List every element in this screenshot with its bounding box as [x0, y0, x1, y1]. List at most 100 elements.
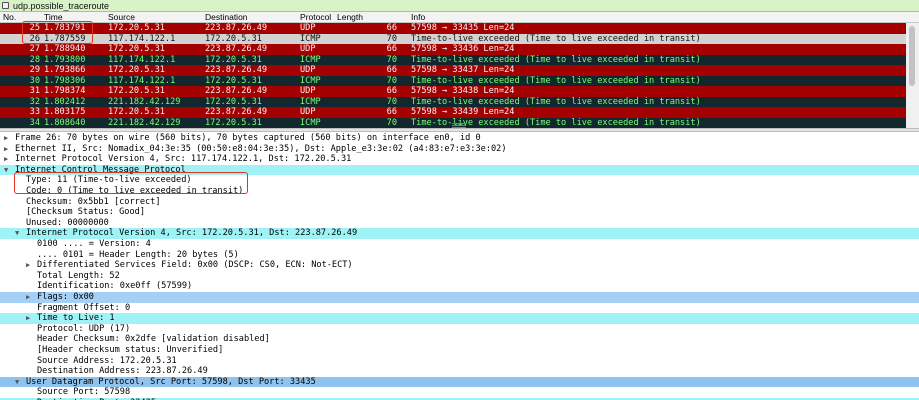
expand-down-icon[interactable]: ▼ — [4, 165, 8, 176]
detail-text: .... 0101 = Header Length: 20 bytes (5) — [37, 249, 239, 260]
packet-time: 1.793866 — [44, 65, 86, 75]
detail-text: User Datagram Protocol, Src Port: 57598,… — [26, 376, 316, 387]
column-header-source[interactable]: Source — [108, 12, 135, 23]
expand-down-icon[interactable]: ▼ — [15, 377, 19, 388]
detail-row[interactable]: ▶ Differentiated Services Field: 0x00 (DS… — [0, 260, 919, 271]
detail-row[interactable]: ▼ Internet Protocol Version 4, Src: 172.2… — [0, 228, 919, 239]
packet-no: 34 — [29, 117, 40, 128]
packet-destination: 172.20.5.31 — [205, 96, 262, 107]
packet-time: 1.788940 — [44, 44, 86, 54]
packet-destination: 172.20.5.31 — [205, 33, 262, 44]
packet-row[interactable]: 30 1.798306 117.174.122.1 172.20.5.31 ICMP 70… — [0, 75, 906, 86]
detail-text: 0100 .... = Version: 4 — [37, 239, 151, 249]
detail-row[interactable]: ▶ Ethernet II, Src: Nomadix_04:3e:35 (00:… — [0, 144, 919, 155]
packet-info: 57598 → 33438 Len=24 — [411, 86, 515, 96]
packet-protocol: ICMP — [300, 54, 321, 65]
packet-destination: 172.20.5.31 — [205, 54, 262, 65]
detail-row[interactable]: Unused: 00000000 — [0, 218, 919, 229]
detail-row[interactable]: Header Checksum: 0x2dfe [validation disa… — [0, 334, 919, 345]
detail-text: [Header checksum status: Unverified] — [37, 345, 224, 355]
packet-length: 70 — [386, 117, 397, 128]
packet-time: 1.793800 — [44, 54, 86, 65]
expand-right-icon[interactable]: ▶ — [26, 260, 30, 271]
detail-row[interactable]: ▶ Flags: 0x00 — [0, 292, 919, 303]
detail-row[interactable]: [Checksum Status: Good] — [0, 207, 919, 218]
detail-text: Protocol: UDP (17) — [37, 323, 131, 334]
packet-info: 57598 → 33439 Len=24 — [411, 107, 515, 117]
packet-time: 1.803175 — [44, 107, 86, 117]
packet-source: 221.182.42.129 — [108, 117, 181, 128]
packet-row[interactable]: 31 1.798374 172.20.5.31 223.87.26.49 UDP 66 57… — [0, 86, 906, 97]
expand-right-icon[interactable]: ▶ — [26, 292, 30, 303]
packet-info: 57598 → 33435 Len=24 — [411, 23, 515, 33]
detail-row[interactable]: ▶ Time to Live: 1 — [0, 313, 919, 324]
packet-row[interactable]: 29 1.793866 172.20.5.31 223.87.26.49 UDP 66 57… — [0, 65, 906, 76]
expand-right-icon[interactable]: ▶ — [4, 144, 8, 155]
packet-info: Time-to-live exceeded (Time to live exce… — [411, 33, 701, 44]
detail-text: Ethernet II, Src: Nomadix_04:3e:35 (00:5… — [15, 143, 507, 154]
packet-source: 221.182.42.129 — [108, 96, 181, 107]
bookmark-icon[interactable] — [2, 2, 9, 9]
packet-row[interactable]: 26 1.787559 117.174.122.1 172.20.5.31 ICMP 70… — [0, 33, 906, 44]
packet-source: 172.20.5.31 — [108, 65, 165, 75]
packet-source: 172.20.5.31 — [108, 86, 165, 96]
detail-row[interactable]: [Header checksum status: Unverified] — [0, 345, 919, 356]
detail-row[interactable]: ▼ User Datagram Protocol, Src Port: 57598… — [0, 376, 919, 388]
packet-info: Time-to-live exceeded (Time to live exce… — [411, 96, 701, 107]
packet-length: 66 — [386, 44, 397, 54]
display-filter-input[interactable]: udp.possible_traceroute — [13, 0, 109, 12]
packet-source: 172.20.5.31 — [108, 44, 165, 54]
packet-length: 70 — [386, 96, 397, 107]
packet-length: 66 — [386, 107, 397, 117]
packet-list-header: No. Time Source Destination Protocol Len… — [0, 12, 919, 23]
packet-row[interactable]: 28 1.793800 117.174.122.1 172.20.5.31 ICMP 70… — [0, 54, 906, 65]
column-header-length[interactable]: Length — [337, 12, 363, 23]
column-header-destination[interactable]: Destination — [205, 12, 248, 23]
packet-destination: 223.87.26.49 — [205, 44, 268, 54]
packet-time: 1.798306 — [44, 75, 86, 86]
column-header-info[interactable]: Info — [411, 12, 425, 23]
display-filter-bar[interactable]: udp.possible_traceroute — [0, 0, 919, 12]
packet-time: 1.802412 — [44, 96, 86, 107]
detail-row[interactable]: Protocol: UDP (17) — [0, 324, 919, 335]
packet-destination: 223.87.26.49 — [205, 107, 268, 117]
detail-row[interactable]: .... 0101 = Header Length: 20 bytes (5) — [0, 250, 919, 261]
packet-list[interactable]: 25 1.783791 172.20.5.31 223.87.26.49 UDP 66 57… — [0, 23, 919, 128]
expand-right-icon[interactable]: ▶ — [4, 133, 8, 144]
detail-row[interactable]: Source Port: 57598 — [0, 387, 919, 398]
detail-row[interactable]: 0100 .... = Version: 4 — [0, 239, 919, 250]
detail-row[interactable]: Checksum: 0x5bb1 [correct] — [0, 197, 919, 208]
expand-right-icon[interactable]: ▶ — [4, 154, 8, 165]
packet-source: 117.174.122.1 — [108, 75, 176, 86]
packet-info: Time-to-live exceeded (Time to live exce… — [411, 75, 701, 86]
packet-protocol: ICMP — [300, 33, 321, 44]
detail-text: [Checksum Status: Good] — [26, 207, 145, 218]
packet-row[interactable]: 25 1.783791 172.20.5.31 223.87.26.49 UDP 66 57… — [0, 23, 906, 34]
packet-row[interactable]: 27 1.788940 172.20.5.31 223.87.26.49 UDP 66 57… — [0, 44, 906, 55]
detail-text: Unused: 00000000 — [26, 217, 109, 228]
detail-row[interactable]: ▶ Internet Protocol Version 4, Src: 117.1… — [0, 154, 919, 165]
packet-list-scroll-thumb[interactable] — [909, 26, 915, 86]
packet-destination: 223.87.26.49 — [205, 86, 268, 96]
detail-row[interactable]: Total Length: 52 — [0, 271, 919, 282]
column-header-protocol[interactable]: Protocol — [300, 12, 331, 23]
detail-row[interactable]: Identification: 0xe0ff (57599) — [0, 281, 919, 292]
packet-no: 32 — [29, 96, 40, 107]
packet-info: 57598 → 33437 Len=24 — [411, 65, 515, 75]
detail-row[interactable]: Destination Address: 223.87.26.49 — [0, 366, 919, 377]
detail-text: Total Length: 52 — [37, 270, 120, 281]
packet-row[interactable]: 33 1.803175 172.20.5.31 223.87.26.49 UDP 66 57… — [0, 107, 906, 118]
detail-row[interactable]: Source Address: 172.20.5.31 — [0, 356, 919, 367]
detail-row[interactable]: Fragment Offset: 0 — [0, 303, 919, 314]
detail-text: Internet Protocol Version 4, Src: 117.17… — [15, 154, 352, 165]
packet-protocol: UDP — [300, 107, 316, 117]
packet-row[interactable]: 32 1.802412 221.182.42.129 172.20.5.31 ICMP 7… — [0, 96, 906, 107]
detail-row[interactable]: ▶ Frame 26: 70 bytes on wire (560 bits), … — [0, 133, 919, 144]
packet-no: 33 — [29, 107, 40, 117]
splitter-handle-icon[interactable] — [452, 123, 466, 129]
expand-down-icon[interactable]: ▼ — [15, 228, 19, 239]
packet-length: 66 — [386, 86, 397, 96]
expand-right-icon[interactable]: ▶ — [26, 313, 30, 324]
column-header-no[interactable]: No. — [3, 12, 16, 23]
packet-protocol: UDP — [300, 86, 316, 96]
